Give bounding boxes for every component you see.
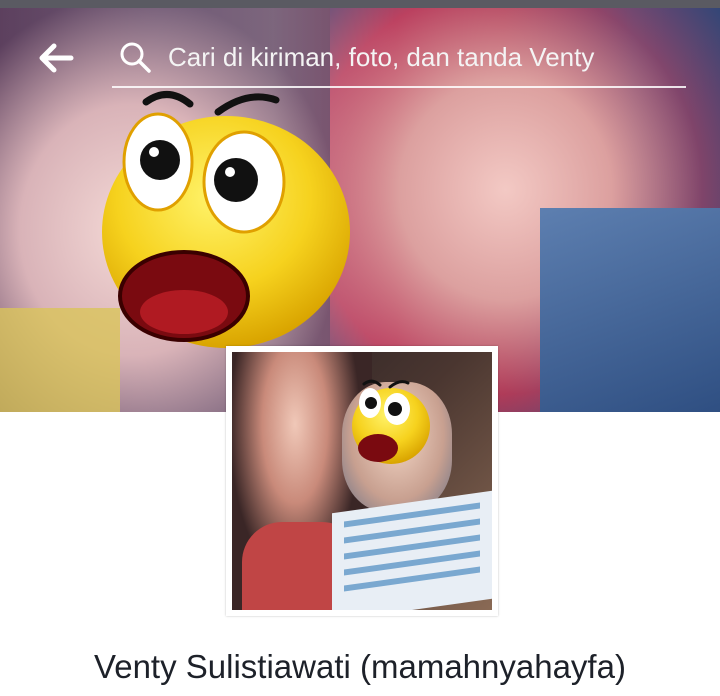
- profile-picture[interactable]: [226, 346, 498, 616]
- search-input[interactable]: Cari di kiriman, foto, dan tanda Venty: [168, 42, 594, 73]
- surprised-emoji-small-icon: [350, 376, 432, 468]
- surprised-emoji-icon: [98, 82, 354, 352]
- back-arrow-icon[interactable]: [38, 40, 74, 76]
- search-icon[interactable]: [118, 40, 152, 74]
- status-strip: [0, 0, 720, 8]
- profile-name: Venty Sulistiawati (mamahnyahayfa): [94, 648, 626, 685]
